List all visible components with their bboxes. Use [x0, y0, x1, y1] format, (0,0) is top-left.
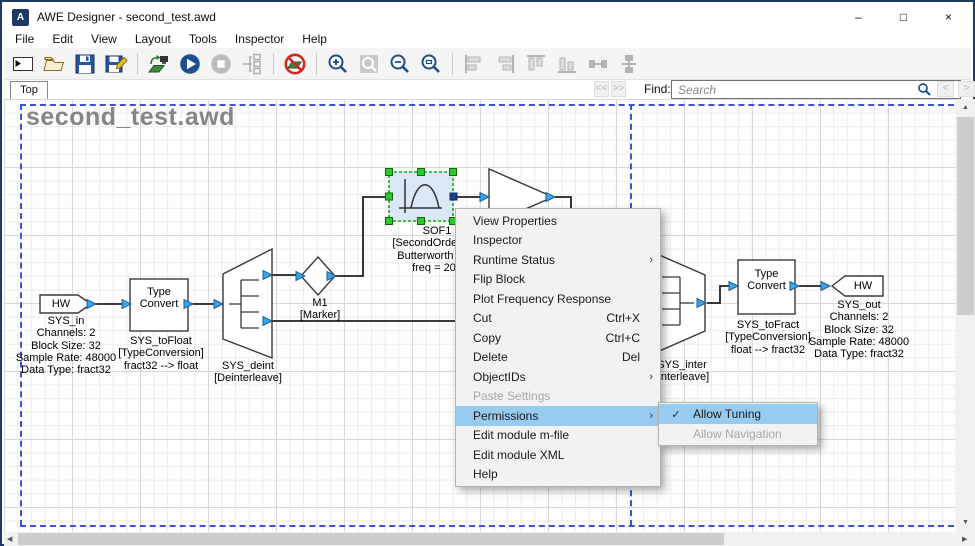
menu-item-inspector[interactable]: Inspector — [456, 231, 660, 251]
sys-in-hw-label: HW — [40, 298, 82, 310]
menu-help[interactable]: Help — [293, 31, 336, 47]
open-folder-icon[interactable] — [42, 52, 66, 76]
maximize-button[interactable]: □ — [881, 4, 926, 30]
menu-item-flip-block[interactable]: Flip Block — [456, 270, 660, 290]
scroll-down-icon[interactable]: ▼ — [956, 519, 975, 526]
m1-caption: M1 [Marker] — [258, 297, 382, 322]
sys-to-float-inner-label: Type Convert — [130, 286, 188, 310]
save-as-icon[interactable] — [104, 52, 128, 76]
find-prev-button[interactable]: < — [937, 81, 954, 97]
menu-inspector[interactable]: Inspector — [226, 31, 293, 47]
menu-item-help[interactable]: Help — [456, 465, 660, 485]
menu-item-permissions[interactable]: Permissions› — [456, 406, 660, 426]
sys-out-hw-label: HW — [842, 280, 884, 292]
save-icon[interactable] — [73, 52, 97, 76]
menu-bar: File Edit View Layout Tools Inspector He… — [4, 30, 971, 48]
find-next-all-button[interactable]: >> — [611, 81, 626, 97]
submenu-item-allow-tuning[interactable]: ✓Allow Tuning — [659, 404, 817, 424]
toolbar-separator — [316, 53, 317, 75]
horizontal-scrollbar[interactable]: ◀ ▶ — [4, 532, 975, 546]
menu-file[interactable]: File — [6, 31, 43, 47]
run-icon[interactable] — [178, 52, 202, 76]
submenu-arrow-icon: › — [645, 254, 653, 266]
align-right-icon[interactable] — [493, 52, 517, 76]
sys-out-caption: SYS_out Channels: 2 Block Size: 32 Sampl… — [797, 299, 921, 360]
scroll-left-icon[interactable]: ◀ — [7, 535, 12, 543]
sys-to-fract-inner-label: Type Convert — [738, 268, 795, 292]
menu-item-copy[interactable]: CopyCtrl+C — [456, 328, 660, 348]
menu-item-view-properties[interactable]: View Properties — [456, 211, 660, 231]
stop-icon[interactable] — [209, 52, 233, 76]
scroll-up-icon[interactable]: ▲ — [956, 104, 975, 111]
connect-horizontal-icon[interactable] — [586, 52, 610, 76]
disconnect-hardware-icon[interactable] — [283, 52, 307, 76]
search-icon — [917, 82, 931, 96]
app-window: A AWE Designer - second_test.awd – □ × F… — [0, 0, 975, 546]
menu-view[interactable]: View — [82, 31, 126, 47]
menu-item-delete[interactable]: DeleteDel — [456, 348, 660, 368]
align-left-icon[interactable] — [462, 52, 486, 76]
menu-item-objectids[interactable]: ObjectIDs› — [456, 367, 660, 387]
checkmark-icon: ✓ — [659, 408, 693, 421]
menu-item-edit-module-m-file[interactable]: Edit module m-file — [456, 426, 660, 446]
sys-deint-caption: SYS_deint [Deinterleave] — [186, 360, 310, 385]
vertical-scrollbar[interactable]: ▲ ▼ — [956, 99, 975, 532]
build-connect-icon[interactable] — [147, 52, 171, 76]
zoom-out-icon[interactable] — [388, 52, 412, 76]
permissions-submenu: ✓Allow Tuning Allow Navigation — [658, 402, 818, 446]
toolbar-separator — [137, 53, 138, 75]
connect-vertical-icon[interactable] — [617, 52, 641, 76]
menu-item-runtime-status[interactable]: Runtime Status› — [456, 250, 660, 270]
menu-item-paste-settings: Paste Settings — [456, 387, 660, 407]
window-title: AWE Designer - second_test.awd — [37, 10, 216, 24]
align-bottom-icon[interactable] — [555, 52, 579, 76]
toolbar — [4, 48, 971, 80]
menu-tools[interactable]: Tools — [180, 31, 226, 47]
align-top-icon[interactable] — [524, 52, 548, 76]
new-design-icon[interactable] — [11, 52, 35, 76]
vertical-scroll-thumb[interactable] — [957, 117, 974, 315]
sof1-output-port[interactable] — [450, 193, 457, 200]
submenu-arrow-icon: › — [645, 371, 653, 383]
propagate-icon[interactable] — [240, 52, 264, 76]
find-label: Find: — [644, 82, 671, 96]
submenu-arrow-icon: › — [645, 410, 653, 422]
zoom-selection-icon[interactable] — [419, 52, 443, 76]
block-sof1[interactable] — [386, 169, 458, 225]
app-icon: A — [12, 9, 29, 26]
submenu-item-allow-navigation: Allow Navigation — [659, 424, 817, 444]
menu-edit[interactable]: Edit — [43, 31, 82, 47]
find-bar: Top << >> Find: < > — [4, 80, 971, 99]
toolbar-separator — [452, 53, 453, 75]
menu-layout[interactable]: Layout — [126, 31, 180, 47]
minimize-button[interactable]: – — [836, 4, 881, 30]
context-menu: View Properties Inspector Runtime Status… — [455, 208, 661, 487]
find-prev-all-button[interactable]: << — [594, 81, 609, 97]
tab-top[interactable]: Top — [10, 81, 48, 100]
close-button[interactable]: × — [926, 4, 971, 30]
scroll-right-icon[interactable]: ▶ — [962, 535, 967, 543]
menu-item-plot-frequency-response[interactable]: Plot Frequency Response — [456, 289, 660, 309]
title-bar: A AWE Designer - second_test.awd – □ × — [4, 4, 971, 30]
zoom-fit-icon[interactable] — [357, 52, 381, 76]
find-next-button[interactable]: > — [958, 81, 975, 97]
zoom-in-icon[interactable] — [326, 52, 350, 76]
menu-item-cut[interactable]: CutCtrl+X — [456, 309, 660, 329]
menu-item-edit-module-xml[interactable]: Edit module XML — [456, 445, 660, 465]
toolbar-separator — [273, 53, 274, 75]
horizontal-scroll-thumb[interactable] — [18, 533, 724, 545]
